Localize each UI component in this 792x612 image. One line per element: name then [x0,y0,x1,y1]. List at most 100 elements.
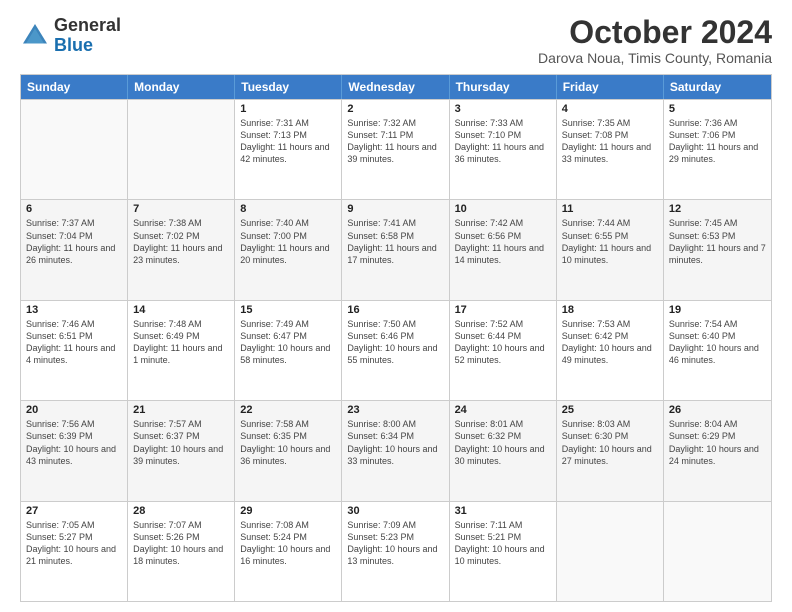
day-number: 22 [240,404,336,416]
day-number: 14 [133,304,229,316]
day-number: 20 [26,404,122,416]
day-number: 10 [455,203,551,215]
calendar-cell: 7Sunrise: 7:38 AM Sunset: 7:02 PM Daylig… [128,200,235,299]
calendar-cell: 11 Sunrise: 7:44 AM Sunset: 6:55 PM Dayli… [557,200,664,299]
day-number: 21 [133,404,229,416]
day-info: Sunrise: 7:56 AM Sunset: 6:39 PM Dayligh… [26,418,122,467]
calendar-cell: 3Sunrise: 7:33 AM Sunset: 7:10 PM Daylig… [450,100,557,199]
day-info: Sunrise: 7:52 AM Sunset: 6:44 PM Dayligh… [455,318,551,367]
header: General Blue October 2024 Darova Noua, T… [20,16,772,66]
day-info: Sunrise: 7:57 AM Sunset: 6:37 PM Dayligh… [133,418,229,467]
logo-general: General [54,15,121,35]
logo-icon [20,21,50,51]
calendar-row: 27 Sunrise: 7:05 AM Sunset: 5:27 PM Dayli… [21,501,771,601]
calendar-row: 6Sunrise: 7:37 AM Sunset: 7:04 PM Daylig… [21,199,771,299]
day-info: Sunrise: 7:54 AM Sunset: 6:40 PM Dayligh… [669,318,766,367]
day-info: Sunrise: 7:40 AM Sunset: 7:00 PM Dayligh… [240,217,336,266]
day-number: 1 [240,103,336,115]
calendar-header-cell: Friday [557,75,664,99]
calendar-cell: 29 Sunrise: 7:08 AM Sunset: 5:24 PM Dayli… [235,502,342,601]
day-number: 12 [669,203,766,215]
day-info: Sunrise: 7:36 AM Sunset: 7:06 PM Dayligh… [669,117,766,166]
day-info: Sunrise: 8:01 AM Sunset: 6:32 PM Dayligh… [455,418,551,467]
calendar-header-cell: Wednesday [342,75,449,99]
day-number: 2 [347,103,443,115]
calendar-header-cell: Sunday [21,75,128,99]
day-number: 17 [455,304,551,316]
calendar-cell: 4Sunrise: 7:35 AM Sunset: 7:08 PM Daylig… [557,100,664,199]
day-number: 30 [347,505,443,517]
calendar-cell: 14 Sunrise: 7:48 AM Sunset: 6:49 PM Dayli… [128,301,235,400]
calendar-cell: 24 Sunrise: 8:01 AM Sunset: 6:32 PM Dayli… [450,401,557,500]
calendar-cell: 8 Sunrise: 7:40 AM Sunset: 7:00 PM Daylig… [235,200,342,299]
day-info: Sunrise: 7:38 AM Sunset: 7:02 PM Dayligh… [133,217,229,266]
day-info: Sunrise: 7:44 AM Sunset: 6:55 PM Dayligh… [562,217,658,266]
day-info: Sunrise: 7:42 AM Sunset: 6:56 PM Dayligh… [455,217,551,266]
page: General Blue October 2024 Darova Noua, T… [0,0,792,612]
day-number: 18 [562,304,658,316]
day-info: Sunrise: 7:53 AM Sunset: 6:42 PM Dayligh… [562,318,658,367]
day-number: 28 [133,505,229,517]
day-info: Sunrise: 7:33 AM Sunset: 7:10 PM Dayligh… [455,117,551,166]
logo-blue: Blue [54,35,93,55]
day-number: 24 [455,404,551,416]
calendar-cell: 13Sunrise: 7:46 AM Sunset: 6:51 PM Dayli… [21,301,128,400]
subtitle: Darova Noua, Timis County, Romania [538,50,772,66]
calendar-cell: 16Sunrise: 7:50 AM Sunset: 6:46 PM Dayli… [342,301,449,400]
calendar: SundayMondayTuesdayWednesdayThursdayFrid… [20,74,772,602]
day-number: 29 [240,505,336,517]
calendar-cell: 31Sunrise: 7:11 AM Sunset: 5:21 PM Dayli… [450,502,557,601]
calendar-header-row: SundayMondayTuesdayWednesdayThursdayFrid… [21,75,771,99]
calendar-header-cell: Thursday [450,75,557,99]
day-info: Sunrise: 7:08 AM Sunset: 5:24 PM Dayligh… [240,519,336,568]
day-number: 15 [240,304,336,316]
day-number: 19 [669,304,766,316]
calendar-cell: 19 Sunrise: 7:54 AM Sunset: 6:40 PM Dayli… [664,301,771,400]
day-info: Sunrise: 7:32 AM Sunset: 7:11 PM Dayligh… [347,117,443,166]
calendar-cell [557,502,664,601]
day-info: Sunrise: 7:41 AM Sunset: 6:58 PM Dayligh… [347,217,443,266]
day-number: 13 [26,304,122,316]
calendar-cell: 20 Sunrise: 7:56 AM Sunset: 6:39 PM Dayli… [21,401,128,500]
day-number: 5 [669,103,766,115]
calendar-cell: 21 Sunrise: 7:57 AM Sunset: 6:37 PM Dayli… [128,401,235,500]
month-title: October 2024 [538,16,772,48]
calendar-cell: 26Sunrise: 8:04 AM Sunset: 6:29 PM Dayli… [664,401,771,500]
day-info: Sunrise: 7:05 AM Sunset: 5:27 PM Dayligh… [26,519,122,568]
day-number: 16 [347,304,443,316]
day-info: Sunrise: 7:48 AM Sunset: 6:49 PM Dayligh… [133,318,229,367]
calendar-body: 1 Sunrise: 7:31 AM Sunset: 7:13 PM Daylig… [21,99,771,601]
calendar-header-cell: Monday [128,75,235,99]
calendar-cell: 15Sunrise: 7:49 AM Sunset: 6:47 PM Dayli… [235,301,342,400]
day-info: Sunrise: 7:11 AM Sunset: 5:21 PM Dayligh… [455,519,551,568]
day-number: 11 [562,203,658,215]
day-number: 23 [347,404,443,416]
logo-text: General Blue [54,16,121,56]
calendar-cell: 23 Sunrise: 8:00 AM Sunset: 6:34 PM Dayli… [342,401,449,500]
calendar-cell: 12Sunrise: 7:45 AM Sunset: 6:53 PM Dayli… [664,200,771,299]
day-info: Sunrise: 7:37 AM Sunset: 7:04 PM Dayligh… [26,217,122,266]
calendar-cell: 5 Sunrise: 7:36 AM Sunset: 7:06 PM Daylig… [664,100,771,199]
day-info: Sunrise: 7:35 AM Sunset: 7:08 PM Dayligh… [562,117,658,166]
day-info: Sunrise: 8:03 AM Sunset: 6:30 PM Dayligh… [562,418,658,467]
day-info: Sunrise: 7:31 AM Sunset: 7:13 PM Dayligh… [240,117,336,166]
day-number: 9 [347,203,443,215]
day-number: 8 [240,203,336,215]
calendar-cell: 28 Sunrise: 7:07 AM Sunset: 5:26 PM Dayli… [128,502,235,601]
calendar-cell: 22Sunrise: 7:58 AM Sunset: 6:35 PM Dayli… [235,401,342,500]
calendar-cell [664,502,771,601]
calendar-header-cell: Saturday [664,75,771,99]
calendar-cell: 2 Sunrise: 7:32 AM Sunset: 7:11 PM Daylig… [342,100,449,199]
logo: General Blue [20,16,121,56]
day-number: 25 [562,404,658,416]
day-number: 27 [26,505,122,517]
calendar-header-cell: Tuesday [235,75,342,99]
calendar-cell: 18 Sunrise: 7:53 AM Sunset: 6:42 PM Dayli… [557,301,664,400]
day-info: Sunrise: 8:00 AM Sunset: 6:34 PM Dayligh… [347,418,443,467]
calendar-cell: 17 Sunrise: 7:52 AM Sunset: 6:44 PM Dayli… [450,301,557,400]
calendar-cell: 25 Sunrise: 8:03 AM Sunset: 6:30 PM Dayli… [557,401,664,500]
day-number: 26 [669,404,766,416]
day-info: Sunrise: 7:07 AM Sunset: 5:26 PM Dayligh… [133,519,229,568]
calendar-cell: 9 Sunrise: 7:41 AM Sunset: 6:58 PM Daylig… [342,200,449,299]
calendar-row: 1 Sunrise: 7:31 AM Sunset: 7:13 PM Daylig… [21,99,771,199]
